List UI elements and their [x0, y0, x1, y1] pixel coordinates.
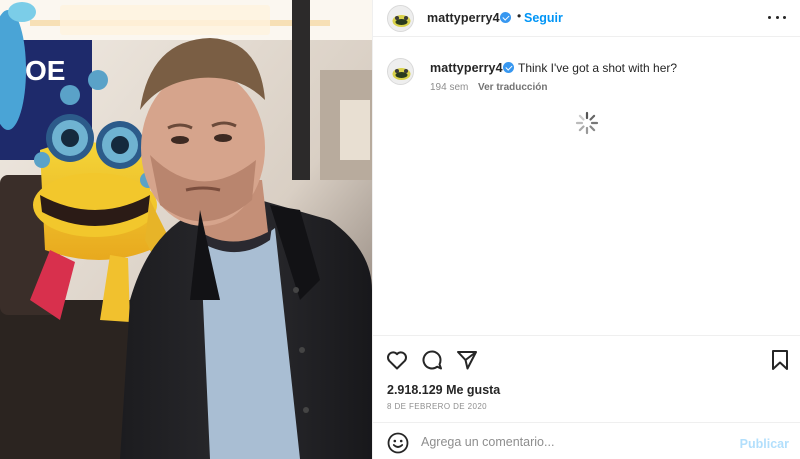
caption-text: Think I've got a shot with her? — [518, 61, 678, 75]
comment-bar: Publicar — [373, 422, 800, 459]
emoji-smiley-icon[interactable] — [387, 432, 409, 454]
post-age[interactable]: 194 sem — [430, 82, 468, 93]
paper-plane-icon[interactable] — [455, 348, 479, 372]
follow-button[interactable]: Seguir — [524, 11, 563, 25]
verified-badge-icon — [503, 62, 514, 73]
verified-badge-icon — [500, 12, 511, 23]
post-date: 8 DE FEBRERO DE 2020 — [387, 402, 488, 411]
post-detail-panel: mattyperry4 • Seguir mattyperry4 Think I… — [372, 0, 800, 459]
comment-bubble-icon[interactable] — [420, 348, 444, 372]
see-translation-button[interactable]: Ver traducción — [478, 82, 547, 93]
caption-username[interactable]: mattyperry4 — [430, 61, 503, 75]
caption-avatar[interactable] — [387, 58, 414, 85]
comment-input[interactable] — [421, 429, 721, 455]
header-separator: • — [517, 9, 522, 23]
heart-icon[interactable] — [385, 348, 409, 372]
loading-spinner-icon — [575, 111, 599, 135]
caption-avatar-image — [388, 59, 413, 84]
like-count[interactable]: 2.918.129 Me gusta — [387, 383, 500, 397]
store-sign-text: OE — [25, 55, 65, 86]
post-actions — [373, 335, 800, 381]
publish-button[interactable]: Publicar — [740, 437, 789, 451]
post-header: mattyperry4 • Seguir — [373, 0, 800, 37]
avatar[interactable] — [387, 5, 414, 32]
post-photo-illustration: OE — [0, 0, 372, 459]
bookmark-icon[interactable] — [768, 348, 792, 372]
header-username[interactable]: mattyperry4 — [427, 11, 500, 25]
avatar-image — [388, 6, 413, 31]
post-photo[interactable]: OE — [0, 0, 372, 459]
more-options-icon[interactable] — [767, 6, 787, 26]
